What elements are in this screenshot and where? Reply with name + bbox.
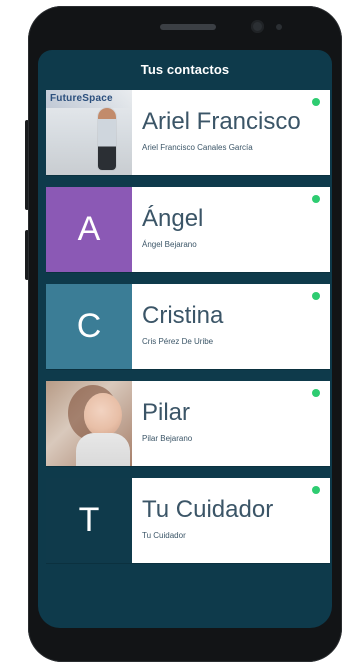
- avatar-letter: T: [78, 501, 100, 539]
- contact-avatar-letter: A: [46, 187, 132, 272]
- contact-name: Pilar: [142, 399, 191, 426]
- front-camera-icon: [251, 20, 264, 33]
- app-screen: Tus contactos FutureSpace Ariel Francisc…: [38, 50, 332, 628]
- contact-avatar-photo: [46, 381, 132, 466]
- online-status-icon: [312, 98, 320, 106]
- contact-card-ariel[interactable]: FutureSpace Ariel Francisco Ariel Franci…: [46, 90, 330, 175]
- person-head: [84, 393, 122, 437]
- contact-name: Cristina: [142, 302, 224, 329]
- contact-card-tu-cuidador[interactable]: T Tu Cuidador Tu Cuidador: [46, 478, 330, 563]
- contact-info: Tu Cuidador Tu Cuidador: [132, 478, 330, 563]
- phone-frame: Tus contactos FutureSpace Ariel Francisc…: [28, 6, 342, 662]
- contact-card-pilar[interactable]: Pilar Pilar Bejarano: [46, 381, 330, 466]
- sensor-icon: [276, 24, 282, 30]
- person-silhouette: [98, 108, 116, 170]
- contact-name: Tu Cuidador: [142, 496, 274, 523]
- contacts-list: FutureSpace Ariel Francisco Ariel Franci…: [46, 90, 330, 575]
- contact-full-name: Ángel Bejarano: [142, 240, 197, 249]
- person-body: [76, 433, 130, 466]
- contact-info: Ángel Ángel Bejarano: [132, 187, 330, 272]
- contact-avatar-photo: FutureSpace: [46, 90, 132, 175]
- online-status-icon: [312, 389, 320, 397]
- contact-name: Ariel Francisco: [142, 108, 301, 135]
- page-title: Tus contactos: [140, 61, 230, 77]
- contact-name: Ángel: [142, 205, 204, 232]
- contact-card-cristina[interactable]: C Cristina Cris Pérez De Uribe: [46, 284, 330, 369]
- avatar-overlay-text: FutureSpace: [50, 93, 113, 104]
- contact-info: Ariel Francisco Ariel Francisco Canales …: [132, 90, 330, 175]
- online-status-icon: [312, 195, 320, 203]
- contact-full-name: Pilar Bejarano: [142, 434, 193, 443]
- contact-avatar-letter: C: [46, 284, 132, 369]
- avatar-letter: A: [77, 210, 101, 248]
- contact-card-angel[interactable]: A Ángel Ángel Bejarano: [46, 187, 330, 272]
- contact-full-name: Tu Cuidador: [142, 531, 186, 540]
- contact-avatar-letter: T: [46, 478, 132, 563]
- contact-info: Cristina Cris Pérez De Uribe: [132, 284, 330, 369]
- online-status-icon: [312, 486, 320, 494]
- speaker-grille: [160, 24, 216, 30]
- phone-top-bar: [28, 6, 342, 50]
- online-status-icon: [312, 292, 320, 300]
- avatar-letter: C: [76, 307, 102, 345]
- contact-full-name: Ariel Francisco Canales García: [142, 143, 253, 152]
- contact-info: Pilar Pilar Bejarano: [132, 381, 330, 466]
- contact-full-name: Cris Pérez De Uribe: [142, 337, 214, 346]
